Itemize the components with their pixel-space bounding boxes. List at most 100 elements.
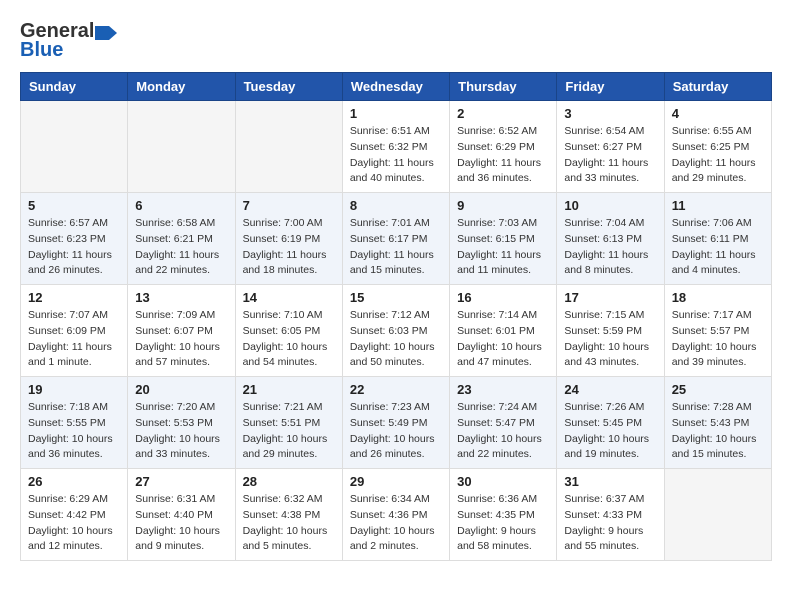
day-number: 29: [350, 474, 442, 489]
day-number: 3: [564, 106, 656, 121]
day-number: 17: [564, 290, 656, 305]
calendar-header-row: SundayMondayTuesdayWednesdayThursdayFrid…: [21, 73, 772, 101]
calendar-cell: [235, 101, 342, 193]
calendar-cell: 14Sunrise: 7:10 AMSunset: 6:05 PMDayligh…: [235, 285, 342, 377]
day-number: 23: [457, 382, 549, 397]
day-number: 1: [350, 106, 442, 121]
day-info: Sunrise: 6:58 AMSunset: 6:21 PMDaylight:…: [135, 216, 227, 279]
day-number: 26: [28, 474, 120, 489]
day-number: 22: [350, 382, 442, 397]
calendar-cell: 5 Sunrise: 6:57 AMSunset: 6:23 PMDaylight…: [21, 193, 128, 285]
day-info: Sunrise: 7:01 AMSunset: 6:17 PMDaylight:…: [350, 216, 442, 279]
calendar-cell: 20 Sunrise: 7:20 AMSunset: 5:53 PMDayligh…: [128, 377, 235, 469]
calendar-week-row: 1 Sunrise: 6:51 AMSunset: 6:32 PMDaylight…: [21, 101, 772, 193]
day-number: 21: [243, 382, 335, 397]
logo-arrow-icon: [95, 24, 117, 42]
day-info: Sunrise: 7:12 AMSunset: 6:03 PMDaylight:…: [350, 308, 442, 371]
day-info: Sunrise: 6:51 AMSunset: 6:32 PMDaylight:…: [350, 124, 442, 187]
calendar-cell: 4 Sunrise: 6:55 AMSunset: 6:25 PMDaylight…: [664, 101, 771, 193]
day-number: 11: [672, 198, 764, 213]
calendar-cell: 22 Sunrise: 7:23 AMSunset: 5:49 PMDayligh…: [342, 377, 449, 469]
calendar-cell: 7Sunrise: 7:00 AMSunset: 6:19 PMDaylight…: [235, 193, 342, 285]
day-info: Sunrise: 6:57 AMSunset: 6:23 PMDaylight:…: [28, 216, 120, 279]
day-info: Sunrise: 7:28 AMSunset: 5:43 PMDaylight:…: [672, 400, 764, 463]
day-of-week-header: Monday: [128, 73, 235, 101]
day-info: Sunrise: 7:09 AMSunset: 6:07 PMDaylight:…: [135, 308, 227, 371]
calendar-week-row: 26 Sunrise: 6:29 AMSunset: 4:42 PMDayligh…: [21, 469, 772, 561]
day-number: 20: [135, 382, 227, 397]
day-of-week-header: Wednesday: [342, 73, 449, 101]
day-number: 2: [457, 106, 549, 121]
calendar-cell: 10 Sunrise: 7:04 AMSunset: 6:13 PMDayligh…: [557, 193, 664, 285]
day-info: Sunrise: 7:04 AMSunset: 6:13 PMDaylight:…: [564, 216, 656, 279]
calendar-cell: 21 Sunrise: 7:21 AMSunset: 5:51 PMDayligh…: [235, 377, 342, 469]
day-number: 6: [135, 198, 227, 213]
day-info: Sunrise: 7:15 AMSunset: 5:59 PMDaylight:…: [564, 308, 656, 371]
calendar-week-row: 19Sunrise: 7:18 AMSunset: 5:55 PMDayligh…: [21, 377, 772, 469]
day-number: 5: [28, 198, 120, 213]
day-info: Sunrise: 6:55 AMSunset: 6:25 PMDaylight:…: [672, 124, 764, 187]
day-number: 7: [243, 198, 335, 213]
day-of-week-header: Saturday: [664, 73, 771, 101]
calendar-cell: [664, 469, 771, 561]
day-info: Sunrise: 7:14 AMSunset: 6:01 PMDaylight:…: [457, 308, 549, 371]
calendar-cell: 25 Sunrise: 7:28 AMSunset: 5:43 PMDayligh…: [664, 377, 771, 469]
calendar-week-row: 5 Sunrise: 6:57 AMSunset: 6:23 PMDaylight…: [21, 193, 772, 285]
day-number: 25: [672, 382, 764, 397]
logo: General Blue: [20, 20, 117, 62]
day-of-week-header: Friday: [557, 73, 664, 101]
day-number: 31: [564, 474, 656, 489]
calendar-cell: 27Sunrise: 6:31 AMSunset: 4:40 PMDayligh…: [128, 469, 235, 561]
day-info: Sunrise: 6:29 AMSunset: 4:42 PMDaylight:…: [28, 492, 120, 555]
day-number: 13: [135, 290, 227, 305]
calendar-cell: 1 Sunrise: 6:51 AMSunset: 6:32 PMDaylight…: [342, 101, 449, 193]
calendar-week-row: 12 Sunrise: 7:07 AMSunset: 6:09 PMDayligh…: [21, 285, 772, 377]
calendar-cell: 30Sunrise: 6:36 AMSunset: 4:35 PMDayligh…: [450, 469, 557, 561]
calendar-cell: 23 Sunrise: 7:24 AMSunset: 5:47 PMDayligh…: [450, 377, 557, 469]
day-of-week-header: Tuesday: [235, 73, 342, 101]
day-info: Sunrise: 7:23 AMSunset: 5:49 PMDaylight:…: [350, 400, 442, 463]
day-info: Sunrise: 7:18 AMSunset: 5:55 PMDaylight:…: [28, 400, 120, 463]
day-number: 30: [457, 474, 549, 489]
day-info: Sunrise: 7:20 AMSunset: 5:53 PMDaylight:…: [135, 400, 227, 463]
calendar-cell: [21, 101, 128, 193]
day-info: Sunrise: 6:34 AMSunset: 4:36 PMDaylight:…: [350, 492, 442, 555]
day-number: 10: [564, 198, 656, 213]
page-header: General Blue: [20, 20, 772, 62]
day-info: Sunrise: 7:24 AMSunset: 5:47 PMDaylight:…: [457, 400, 549, 463]
calendar-cell: 19Sunrise: 7:18 AMSunset: 5:55 PMDayligh…: [21, 377, 128, 469]
day-number: 4: [672, 106, 764, 121]
day-info: Sunrise: 7:26 AMSunset: 5:45 PMDaylight:…: [564, 400, 656, 463]
calendar-cell: 9 Sunrise: 7:03 AMSunset: 6:15 PMDaylight…: [450, 193, 557, 285]
calendar-cell: 18 Sunrise: 7:17 AMSunset: 5:57 PMDayligh…: [664, 285, 771, 377]
calendar-cell: 6 Sunrise: 6:58 AMSunset: 6:21 PMDaylight…: [128, 193, 235, 285]
calendar-cell: [128, 101, 235, 193]
day-info: Sunrise: 7:03 AMSunset: 6:15 PMDaylight:…: [457, 216, 549, 279]
calendar-cell: 12 Sunrise: 7:07 AMSunset: 6:09 PMDayligh…: [21, 285, 128, 377]
day-number: 9: [457, 198, 549, 213]
day-number: 18: [672, 290, 764, 305]
day-number: 28: [243, 474, 335, 489]
day-info: Sunrise: 6:37 AMSunset: 4:33 PMDaylight:…: [564, 492, 656, 555]
calendar-cell: 11 Sunrise: 7:06 AMSunset: 6:11 PMDayligh…: [664, 193, 771, 285]
day-number: 12: [28, 290, 120, 305]
calendar-cell: 31 Sunrise: 6:37 AMSunset: 4:33 PMDayligh…: [557, 469, 664, 561]
calendar-cell: 24Sunrise: 7:26 AMSunset: 5:45 PMDayligh…: [557, 377, 664, 469]
logo-blue-text: Blue: [20, 39, 63, 62]
day-info: Sunrise: 7:06 AMSunset: 6:11 PMDaylight:…: [672, 216, 764, 279]
day-number: 14: [243, 290, 335, 305]
day-info: Sunrise: 6:32 AMSunset: 4:38 PMDaylight:…: [243, 492, 335, 555]
calendar-cell: 13 Sunrise: 7:09 AMSunset: 6:07 PMDayligh…: [128, 285, 235, 377]
day-info: Sunrise: 7:17 AMSunset: 5:57 PMDaylight:…: [672, 308, 764, 371]
calendar-cell: 8 Sunrise: 7:01 AMSunset: 6:17 PMDaylight…: [342, 193, 449, 285]
day-info: Sunrise: 7:21 AMSunset: 5:51 PMDaylight:…: [243, 400, 335, 463]
calendar-cell: 17 Sunrise: 7:15 AMSunset: 5:59 PMDayligh…: [557, 285, 664, 377]
day-number: 8: [350, 198, 442, 213]
calendar-table: SundayMondayTuesdayWednesdayThursdayFrid…: [20, 72, 772, 561]
day-info: Sunrise: 6:52 AMSunset: 6:29 PMDaylight:…: [457, 124, 549, 187]
day-number: 27: [135, 474, 227, 489]
calendar-cell: 28 Sunrise: 6:32 AMSunset: 4:38 PMDayligh…: [235, 469, 342, 561]
calendar-cell: 3Sunrise: 6:54 AMSunset: 6:27 PMDaylight…: [557, 101, 664, 193]
calendar-cell: 26 Sunrise: 6:29 AMSunset: 4:42 PMDayligh…: [21, 469, 128, 561]
day-info: Sunrise: 7:07 AMSunset: 6:09 PMDaylight:…: [28, 308, 120, 371]
